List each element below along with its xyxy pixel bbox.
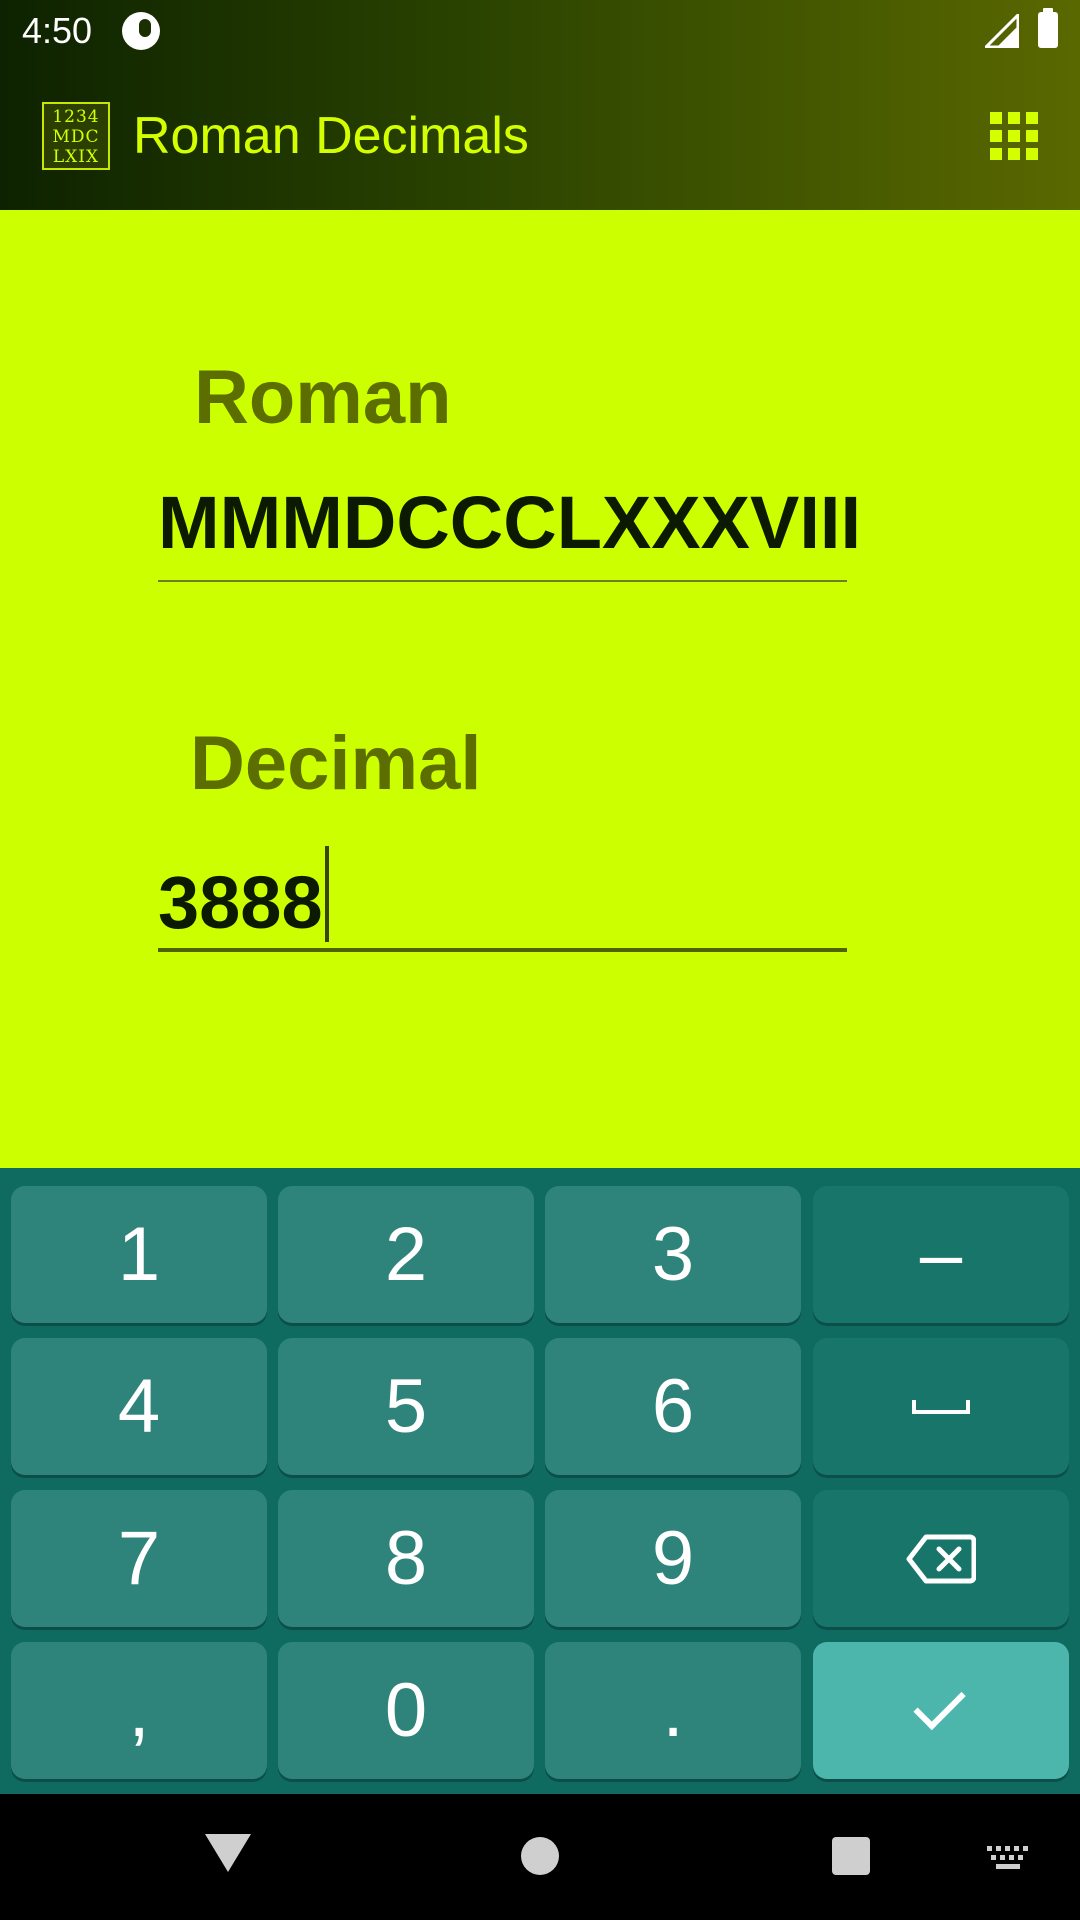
key-6[interactable]: 6 <box>545 1338 801 1475</box>
decimal-label: Decimal <box>190 721 482 806</box>
roman-label: Roman <box>194 355 452 440</box>
status-bar: 4:50 <box>0 0 1080 64</box>
top-bar: 4:50 1234 MDC LXIX Roman Decimals <box>0 0 1080 210</box>
status-time: 4:50 <box>22 10 93 51</box>
numeric-keyboard: 1 2 3 – 4 5 6 7 8 9 , 0 . <box>0 1168 1080 1794</box>
space-icon <box>912 1399 970 1414</box>
key-1[interactable]: 1 <box>11 1186 267 1323</box>
keyboard-switch-icon[interactable] <box>987 1846 1029 1870</box>
check-icon <box>913 1677 966 1730</box>
app-logo-icon: 1234 MDC LXIX <box>42 102 110 170</box>
back-icon[interactable] <box>205 1834 251 1872</box>
key-8[interactable]: 8 <box>278 1490 534 1627</box>
roman-input-underline <box>158 580 847 582</box>
decimal-input[interactable]: 3888 <box>158 846 329 945</box>
decimal-input-text: 3888 <box>158 861 323 944</box>
key-7[interactable]: 7 <box>11 1490 267 1627</box>
key-space[interactable] <box>813 1338 1069 1475</box>
battery-icon <box>1038 8 1058 48</box>
key-5[interactable]: 5 <box>278 1338 534 1475</box>
cell-signal-icon <box>985 14 1019 48</box>
roman-input[interactable]: MMMDCCCLXXXVIII <box>158 480 861 565</box>
key-backspace[interactable] <box>813 1490 1069 1627</box>
home-icon[interactable] <box>521 1837 559 1875</box>
key-2[interactable]: 2 <box>278 1186 534 1323</box>
app-status-icon <box>122 12 160 50</box>
logo-line: MDC <box>52 127 100 147</box>
key-minus[interactable]: – <box>813 1186 1069 1323</box>
key-period[interactable]: . <box>545 1642 801 1779</box>
grid-menu-icon[interactable] <box>990 112 1038 160</box>
system-nav-bar <box>0 1794 1080 1920</box>
key-9[interactable]: 9 <box>545 1490 801 1627</box>
app-bar: 1234 MDC LXIX Roman Decimals <box>0 64 1080 210</box>
logo-line: LXIX <box>52 147 100 167</box>
decimal-input-underline <box>158 948 847 952</box>
backspace-icon <box>906 1534 976 1583</box>
text-caret <box>324 846 329 942</box>
logo-line: 1234 <box>52 107 100 127</box>
app-title: Roman Decimals <box>133 107 529 165</box>
screen: 4:50 1234 MDC LXIX Roman Decimals Roman <box>0 0 1080 1920</box>
recents-icon[interactable] <box>832 1837 870 1875</box>
key-0[interactable]: 0 <box>278 1642 534 1779</box>
key-done[interactable] <box>813 1642 1069 1779</box>
key-comma[interactable]: , <box>11 1642 267 1779</box>
converter-form: Roman MMMDCCCLXXXVIII Decimal 3888 <box>0 210 1080 1168</box>
key-4[interactable]: 4 <box>11 1338 267 1475</box>
key-3[interactable]: 3 <box>545 1186 801 1323</box>
